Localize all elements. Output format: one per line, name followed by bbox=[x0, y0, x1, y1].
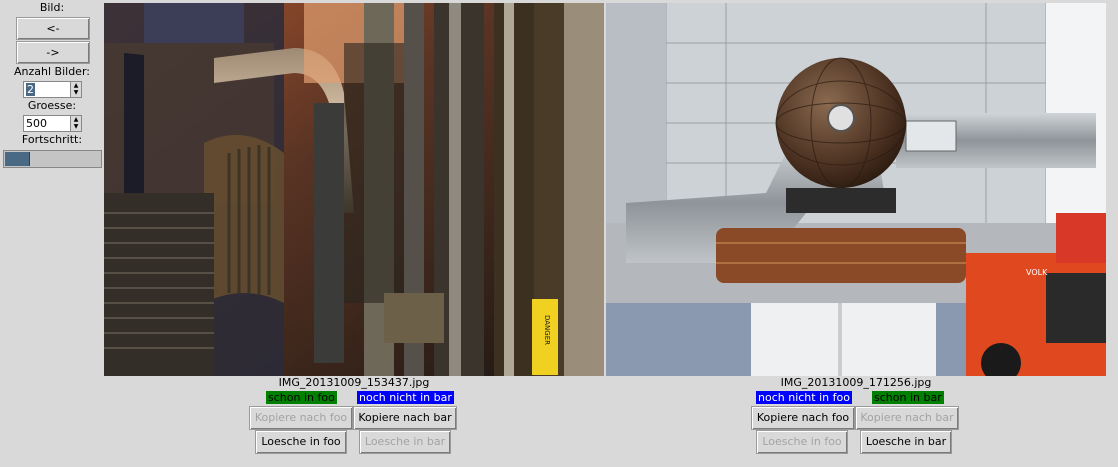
image-2-delete-in-foo-button[interactable]: Loesche in foo bbox=[756, 430, 848, 454]
fortschritt-label: Fortschritt: bbox=[21, 133, 83, 146]
control-sidebar: Bild: <- -> Anzahl Bilder: 2 ▲ ▼ Groesse… bbox=[0, 0, 104, 467]
bild-label: Bild: bbox=[39, 1, 65, 14]
image-2-copy-to-bar-button[interactable]: Kopiere nach bar bbox=[855, 406, 959, 430]
spin-up-icon[interactable]: ▲ bbox=[71, 116, 81, 123]
image-1-status-foo: schon in foo bbox=[266, 391, 337, 404]
image-2-status-foo: noch nicht in foo bbox=[756, 391, 852, 404]
image-2-status-bar: schon in bar bbox=[872, 391, 944, 404]
image-1-copy-to-bar-button[interactable]: Kopiere nach bar bbox=[353, 406, 457, 430]
danger-sign-text: DANGER bbox=[543, 315, 551, 345]
spinbox-arrows[interactable]: ▲ ▼ bbox=[70, 82, 81, 97]
image-1-delete-in-bar-button[interactable]: Loesche in bar bbox=[359, 430, 451, 454]
groesse-label: Groesse: bbox=[27, 99, 77, 112]
image-1-delete-in-foo-button[interactable]: Loesche in foo bbox=[255, 430, 347, 454]
spin-up-icon[interactable]: ▲ bbox=[71, 82, 81, 89]
image-2-copy-to-foo-button[interactable]: Kopiere nach foo bbox=[751, 406, 855, 430]
anzahl-bilder-label: Anzahl Bilder: bbox=[14, 65, 90, 78]
next-image-button[interactable]: -> bbox=[16, 41, 90, 64]
groesse-value: 500 bbox=[26, 117, 47, 130]
forklift-brand-text: VOLK bbox=[1026, 268, 1048, 277]
image-1-filename: IMG_20131009_153437.jpg bbox=[278, 376, 430, 389]
image-2-filename: IMG_20131009_171256.jpg bbox=[780, 376, 932, 389]
image-1-copy-to-foo-button[interactable]: Kopiere nach foo bbox=[249, 406, 353, 430]
anzahl-bilder-spinbox[interactable]: 2 ▲ ▼ bbox=[23, 81, 82, 98]
spinbox-arrows[interactable]: ▲ ▼ bbox=[70, 116, 81, 131]
spin-down-icon[interactable]: ▼ bbox=[71, 89, 81, 96]
image-1-status-bar: noch nicht in bar bbox=[357, 391, 454, 404]
previous-image-button[interactable]: <- bbox=[16, 17, 90, 40]
progress-bar bbox=[3, 150, 102, 168]
image-2-delete-in-bar-button[interactable]: Loesche in bar bbox=[860, 430, 952, 454]
image-preview-2: VOLK bbox=[606, 3, 1106, 376]
anzahl-bilder-value: 2 bbox=[26, 83, 35, 96]
groesse-spinbox[interactable]: 500 ▲ ▼ bbox=[23, 115, 82, 132]
progress-fill bbox=[5, 152, 31, 166]
spin-down-icon[interactable]: ▼ bbox=[71, 123, 81, 130]
image-preview-1: DANGER bbox=[104, 3, 604, 376]
